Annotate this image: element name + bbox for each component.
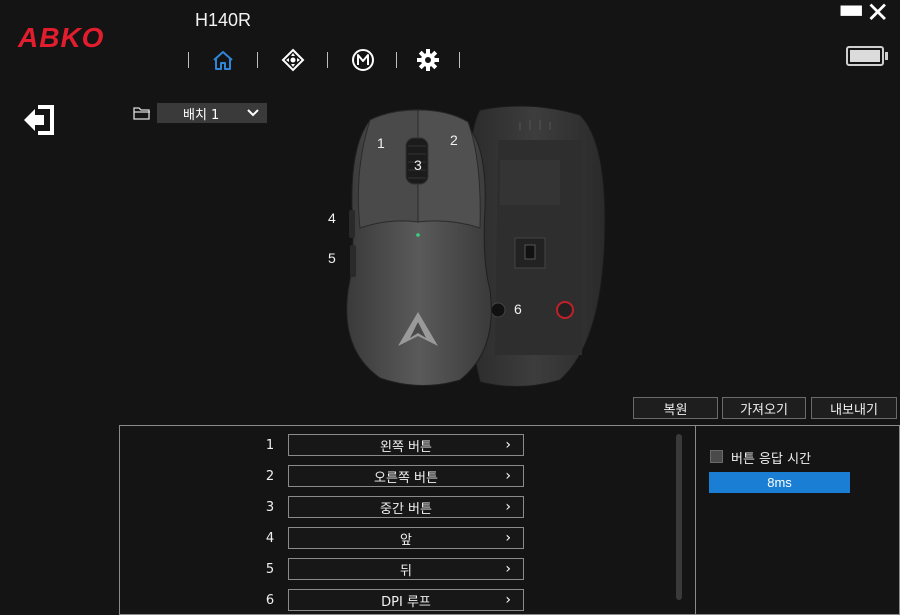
nav-separator <box>396 52 397 68</box>
assign-button-1[interactable]: 왼쪽 버튼 › <box>288 434 524 456</box>
direction-pad-icon[interactable] <box>279 46 307 74</box>
mouse-label-6: 6 <box>514 301 522 317</box>
row-number: 3 <box>265 500 275 515</box>
chevron-right-icon: › <box>505 437 511 453</box>
mouse-label-1: 1 <box>377 135 385 151</box>
chevron-right-icon: › <box>505 468 511 484</box>
home-icon[interactable] <box>209 46 237 74</box>
scrollbar[interactable] <box>676 434 682 600</box>
import-button[interactable]: 가져오기 <box>722 397 806 419</box>
gear-icon[interactable] <box>414 46 442 74</box>
profile-select[interactable]: 배치 1 <box>157 103 267 123</box>
row-number: 1 <box>265 438 275 453</box>
assign-button-3[interactable]: 중간 버튼 › <box>288 496 524 518</box>
chevron-right-icon: › <box>505 530 511 546</box>
nav-separator <box>327 52 328 68</box>
nav-separator <box>459 52 460 68</box>
assign-button-6[interactable]: DPI 루프 › <box>288 589 524 611</box>
assign-label: 오른쪽 버튼 <box>374 470 438 486</box>
abko-logo: ABKO <box>18 22 105 53</box>
row-number: 2 <box>265 469 275 484</box>
assign-label: 앞 <box>400 532 412 548</box>
row-number: 5 <box>265 562 275 577</box>
battery-icon <box>846 46 888 66</box>
profile-select-value: 배치 1 <box>183 107 220 123</box>
device-title: H140R <box>195 10 252 30</box>
response-time-label: 버튼 응답 시간 <box>731 452 812 467</box>
mouse-label-5: 5 <box>328 250 336 266</box>
nav-separator <box>188 52 189 68</box>
chevron-down-icon <box>247 109 259 117</box>
assign-button-2[interactable]: 오른쪽 버튼 › <box>288 465 524 487</box>
macro-icon[interactable] <box>349 46 377 74</box>
assign-label: 왼쪽 버튼 <box>380 439 432 455</box>
assign-button-5[interactable]: 뒤 › <box>288 558 524 580</box>
panel-divider <box>695 425 696 615</box>
export-button[interactable]: 내보내기 <box>811 397 897 419</box>
row-number: 4 <box>265 531 275 546</box>
mouse-label-3: 3 <box>414 157 422 173</box>
assign-label: 중간 버튼 <box>380 501 432 517</box>
exit-icon[interactable] <box>22 104 58 136</box>
nav-separator <box>257 52 258 68</box>
close-icon[interactable]: ✕ <box>866 0 889 29</box>
assign-button-4[interactable]: 앞 › <box>288 527 524 549</box>
assign-label: 뒤 <box>400 563 412 579</box>
mouse-label-2: 2 <box>450 132 458 148</box>
chevron-right-icon: › <box>505 592 511 608</box>
restore-button[interactable]: 복원 <box>633 397 718 419</box>
row-number: 6 <box>265 593 275 608</box>
assign-label: DPI 루프 <box>381 594 431 610</box>
chevron-right-icon: › <box>505 499 511 515</box>
mouse-label-4: 4 <box>328 210 336 226</box>
response-time-checkbox[interactable] <box>710 450 723 463</box>
chevron-right-icon: › <box>505 561 511 577</box>
mouse-image <box>346 105 606 387</box>
response-time-value[interactable]: 8ms <box>709 472 850 493</box>
folder-icon[interactable] <box>133 105 151 124</box>
minimize-icon[interactable]: ▬ <box>838 0 864 25</box>
